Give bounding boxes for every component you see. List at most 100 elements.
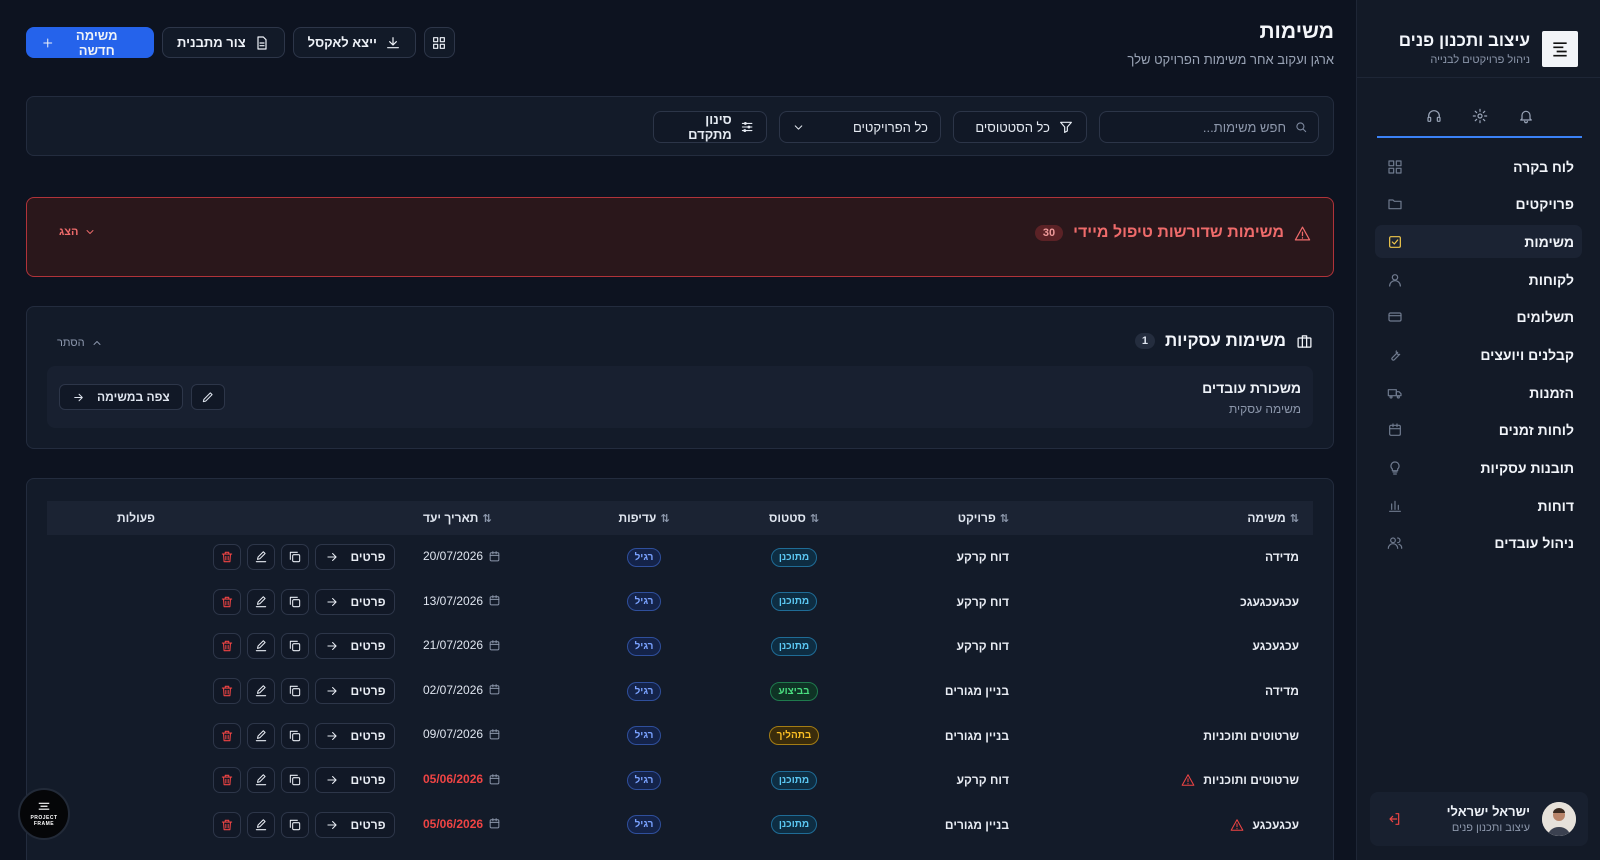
sidebar-item-label: לוח בקרה [1513, 158, 1574, 175]
duplicate-button[interactable] [281, 678, 309, 705]
sidebar-item-contractors[interactable]: קבלנים ויועצים [1375, 338, 1582, 371]
table-row[interactable]: עכגעכגע בניין מגורים מתוכנן רגיל 05/06/2026 פ… [47, 803, 1313, 848]
column-header-status[interactable]: ⇅סטטוס [719, 501, 869, 535]
status-badge: מתוכנן [770, 547, 818, 567]
due-date: 02/07/2026 [423, 682, 484, 697]
table-row[interactable]: עכגעכגעגכ דוח קרקע מתוכנן רגיל 13/07/2026 פרט… [47, 580, 1313, 625]
brand-title: עיצוב ותכנון פנים [1398, 31, 1530, 50]
gear-icon[interactable] [1472, 108, 1488, 124]
alert-show-toggle[interactable]: הצג [59, 226, 96, 238]
projects-filter[interactable]: כל הפרויקטים [779, 111, 941, 143]
edit-button[interactable] [247, 678, 275, 705]
table-row[interactable]: מדידה בניין מגורים בביצוע רגיל 02/07/2026 פרט… [47, 669, 1313, 714]
duplicate-button[interactable] [281, 633, 309, 660]
column-header-due[interactable]: ⇅תאריך יעד [409, 501, 569, 535]
details-button[interactable]: פרטים [315, 544, 395, 571]
column-header-project[interactable]: ⇅פרויקט [869, 501, 1023, 535]
sidebar-item-orders[interactable]: הזמנות [1375, 376, 1582, 409]
task-name: מדידה [1264, 550, 1299, 565]
search-box[interactable] [1099, 111, 1319, 143]
grid-view-button[interactable] [423, 27, 455, 58]
new-task-button[interactable]: משימה חדשה [26, 27, 154, 58]
sidebar-item-employees[interactable]: ניהול עובדים [1375, 527, 1582, 560]
delete-button[interactable] [213, 588, 241, 615]
sidebar-item-payments[interactable]: תשלומים [1375, 301, 1582, 334]
headset-icon[interactable] [1426, 108, 1442, 124]
arrow-right-icon [326, 820, 337, 829]
actions-cell: פרטים [47, 535, 409, 580]
delete-button[interactable] [213, 811, 241, 838]
edit-button[interactable] [247, 633, 275, 660]
edit-icon [255, 640, 267, 652]
export-excel-label: ייצא לאקסל [307, 35, 377, 50]
delete-button[interactable] [213, 678, 241, 705]
edit-business-task-button[interactable] [190, 384, 225, 410]
details-button[interactable]: פרטים [315, 722, 395, 749]
business-hide-label: הסתר [57, 337, 85, 349]
calendar-icon [489, 595, 500, 606]
status-badge: מתוכנן [770, 815, 818, 835]
edit-icon [255, 729, 267, 741]
table-row[interactable]: שרטוטים ותוכניות דוח קרקע מתוכנן רגיל 05/06/… [47, 758, 1313, 803]
duplicate-button[interactable] [281, 722, 309, 749]
sidebar-item-schedules[interactable]: לוחות זמנים [1375, 414, 1582, 447]
due-date: 05/06/2026 [423, 772, 484, 787]
table-row[interactable]: שרטוטים ותוכניות בניין מגורים בתהליך רגיל 09… [47, 713, 1313, 758]
column-header-task[interactable]: ⇅משימה [1023, 501, 1313, 535]
project-cell: דוח קרקע [869, 758, 1023, 803]
bell-icon[interactable] [1518, 108, 1534, 124]
view-task-button[interactable]: צפה במשימה [59, 384, 183, 410]
details-button[interactable]: פרטים [315, 633, 395, 660]
project-name: דוח קרקע [956, 594, 1009, 609]
status-filter[interactable]: כל הסטטוסים [953, 111, 1087, 143]
delete-button[interactable] [213, 722, 241, 749]
table-row[interactable]: מדידה דוח קרקע מתוכנן רגיל 20/07/2026 פרטים [47, 535, 1313, 580]
edit-button[interactable] [247, 811, 275, 838]
user-profile[interactable]: ישראל ישראלי עיצוב ותכנון פנים [1370, 792, 1588, 846]
details-button[interactable]: פרטים [315, 678, 395, 705]
sidebar-item-insights[interactable]: תובנות עסקיות [1375, 452, 1582, 485]
business-hide-toggle[interactable]: הסתר [57, 337, 103, 349]
sidebar-item-projects[interactable]: פרויקטים [1375, 188, 1582, 221]
duplicate-button[interactable] [281, 811, 309, 838]
create-from-template-button[interactable]: צור מתבנית [162, 27, 285, 58]
edit-button[interactable] [247, 544, 275, 571]
floating-logo[interactable]: PROJECT FRAME [18, 788, 70, 840]
project-name: בניין מגורים [944, 684, 1009, 699]
sidebar-item-label: תובנות עסקיות [1480, 460, 1574, 476]
search-input[interactable] [1116, 119, 1286, 135]
advanced-filter-label: סינון מתקדם [688, 112, 732, 142]
table-row[interactable]: עכגעכגע דוח קרקע מתוכנן רגיל 21/07/2026 פרטים [47, 624, 1313, 669]
sidebar-item-label: משימות [1524, 233, 1574, 250]
sidebar-item-tasks[interactable]: משימות [1375, 225, 1582, 259]
duplicate-button[interactable] [281, 588, 309, 615]
edit-button[interactable] [247, 588, 275, 615]
trash-icon [221, 596, 233, 608]
export-excel-button[interactable]: ייצא לאקסל [292, 27, 416, 58]
edit-button[interactable] [247, 722, 275, 749]
duplicate-button[interactable] [281, 544, 309, 571]
details-button[interactable]: פרטים [315, 767, 395, 794]
calendar-icon [1387, 422, 1403, 438]
logout-icon[interactable] [1386, 811, 1402, 827]
status-badge: מתוכנן [770, 636, 818, 656]
sidebar-item-reports[interactable]: דוחות [1375, 489, 1582, 522]
advanced-filter-button[interactable]: סינון מתקדם [653, 111, 767, 143]
tasks-table: ⇅משימה ⇅פרויקט ⇅סטטוס ⇅עדיפות ⇅תאריך יעד… [47, 501, 1313, 847]
edit-button[interactable] [247, 767, 275, 794]
business-section-title: משימות עסקיות [1164, 331, 1286, 350]
details-button[interactable]: פרטים [315, 811, 395, 838]
delete-button[interactable] [213, 633, 241, 660]
column-header-priority[interactable]: ⇅עדיפות [569, 501, 719, 535]
delete-button[interactable] [213, 544, 241, 571]
sidebar-item-clients[interactable]: לקוחות [1375, 263, 1582, 296]
edit-icon [255, 774, 267, 786]
sidebar-item-dashboard[interactable]: לוח בקרה [1375, 150, 1582, 183]
due-cell: 20/07/2026 [409, 535, 569, 580]
status-badge: מתוכנן [770, 592, 818, 612]
status-cell: בביצוע [719, 669, 869, 714]
due-date: 13/07/2026 [423, 593, 484, 608]
duplicate-button[interactable] [281, 767, 309, 794]
delete-button[interactable] [213, 767, 241, 794]
details-button[interactable]: פרטים [315, 588, 395, 615]
